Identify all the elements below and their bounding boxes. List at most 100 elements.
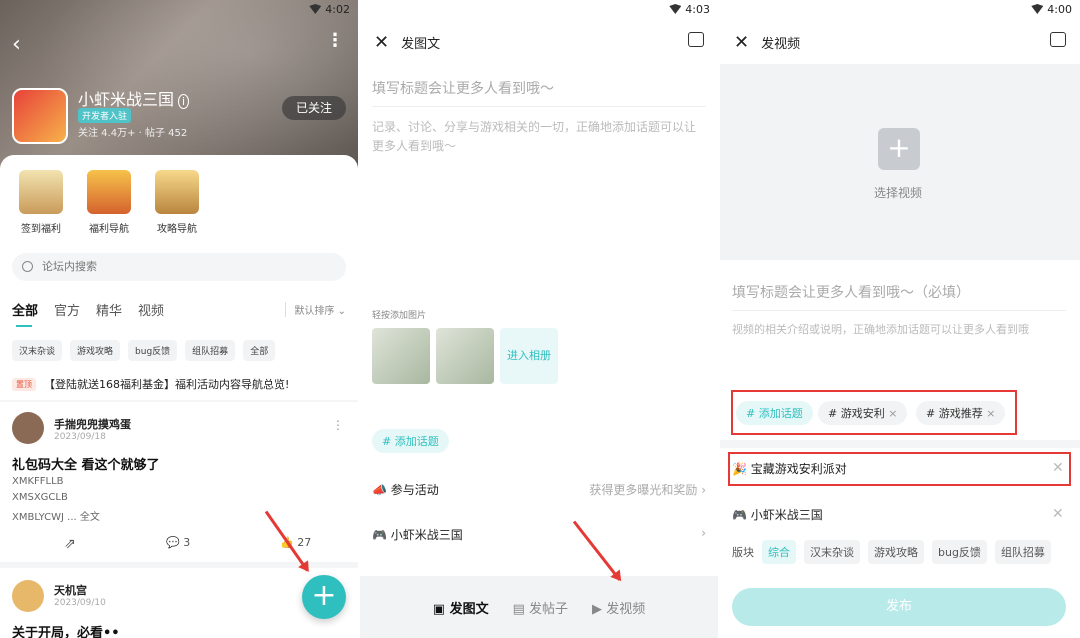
gift-bag-icon (87, 170, 131, 214)
drafts-icon[interactable] (1050, 32, 1066, 47)
tab-image-post[interactable]: ▣ 发图文 (433, 598, 489, 617)
tab-featured[interactable]: 精华 (96, 300, 122, 319)
section-guide[interactable]: 游戏攻略 (868, 540, 924, 564)
pinned-notice[interactable]: 置顶 【登陆就送168福利基金】福利活动内容导航总览! (12, 376, 289, 392)
open-album-button[interactable]: 进入相册 (500, 328, 558, 384)
post-title[interactable]: 关于开局，必看•• (12, 622, 120, 638)
tab-text-post[interactable]: ▤ 发帖子 (513, 598, 568, 617)
post-author[interactable]: 天机宫 (54, 582, 87, 598)
close-icon[interactable]: ✕ (734, 32, 749, 53)
pinned-tag: 置顶 (12, 377, 36, 391)
tab-video-post[interactable]: ▶ 发视频 (592, 598, 645, 617)
close-icon[interactable]: × (986, 407, 995, 420)
section-team[interactable]: 组队招募 (994, 540, 1051, 564)
forum-tabs: 全部 官方 精华 视频 (12, 300, 164, 327)
close-icon[interactable]: × (888, 407, 897, 420)
chip-han[interactable]: 汉末杂谈 (12, 340, 63, 361)
forum-screen: 4:02 ‹ ⋮ 小虾米战三国 i 开发者入驻 关注 4.4万+ · 帖子 452… (0, 0, 358, 638)
section-han[interactable]: 汉末杂谈 (804, 540, 860, 564)
description-input[interactable]: 记录、讨论、分享与游戏相关的一切，正确地添加话题可以让更多人看到哦〜 (372, 118, 706, 156)
remove-activity-icon[interactable]: ✕ (1052, 460, 1064, 476)
category-chips: 汉末杂谈 游戏攻略 bug反馈 组队招募 全部 (12, 340, 276, 361)
drafts-icon[interactable] (688, 32, 704, 47)
activity-row[interactable]: 🎉 宝藏游戏安利派对 (732, 460, 847, 477)
post-card[interactable]: 手揣兜兜摸鸡蛋 2023/09/18 ⋮ 礼包码大全 看这个就够了 XMKFFL… (0, 402, 358, 562)
more-icon[interactable]: ⋮ (326, 30, 344, 51)
activity-hint: 获得更多曝光和奖励 › (589, 483, 706, 497)
page-title: 发视频 (761, 37, 801, 52)
notice-text: 【登陆就送168福利基金】福利活动内容导航总览! (44, 378, 290, 391)
info-icon[interactable]: i (178, 94, 190, 109)
chip-guide[interactable]: 游戏攻略 (70, 340, 121, 361)
megaphone-icon: 📣 (372, 483, 387, 497)
post-line: XMSXGCLB (12, 492, 68, 503)
chevron-right-icon: › (701, 526, 706, 540)
nav-signin[interactable]: 签到福利 (16, 170, 66, 235)
image-thumbnail[interactable] (372, 328, 430, 384)
remove-game-icon[interactable]: ✕ (1052, 506, 1064, 522)
game-name: 小虾米战三国 (78, 90, 175, 109)
nav-label: 签到福利 (21, 224, 61, 235)
nav-label: 福利导航 (89, 224, 129, 235)
comment-button[interactable]: 💬 3 (166, 536, 190, 549)
status-bar: 4:03 (669, 0, 710, 18)
section-divider (720, 440, 1080, 448)
nav-welfare[interactable]: 福利导航 (84, 170, 134, 235)
tab-all[interactable]: 全部 (12, 300, 38, 327)
developer-badge: 开发者入驻 (78, 108, 132, 123)
divider (372, 106, 706, 107)
post-more-icon[interactable]: ⋮ (332, 418, 344, 432)
like-count: 27 (297, 536, 312, 549)
add-video-icon[interactable]: + (878, 128, 920, 170)
search-icon (22, 261, 33, 272)
game-row[interactable]: 🎮 小虾米战三国 › (372, 526, 706, 543)
close-icon[interactable]: ✕ (374, 32, 389, 53)
create-post-button[interactable]: + (302, 575, 346, 619)
chip-team[interactable]: 组队招募 (185, 340, 236, 361)
share-icon[interactable]: ⇗ (64, 536, 76, 552)
title-input[interactable]: 填写标题会让更多人看到哦〜 (372, 78, 554, 98)
nav-guide[interactable]: 攻略导航 (152, 170, 202, 235)
select-video-label: 选择视频 (874, 186, 923, 200)
tab-label: 发图文 (449, 601, 489, 617)
quick-add-label: 轻按添加图片 (372, 311, 427, 321)
add-topic-button[interactable]: # 添加话题 (372, 429, 449, 453)
image-thumbnail[interactable] (436, 328, 494, 384)
scroll-icon (19, 170, 63, 214)
search-input[interactable]: 论坛内搜索 (12, 253, 346, 281)
post-line: XMBLYCWJ ... 全文 (12, 512, 100, 523)
back-icon[interactable]: ‹ (12, 32, 21, 57)
video-description-input[interactable]: 视频的相关介绍或说明，正确地添加话题可以让更多人看到哦 (732, 320, 1029, 339)
post-author[interactable]: 手揣兜兜摸鸡蛋 (54, 416, 131, 432)
search-placeholder: 论坛内搜索 (42, 260, 97, 273)
post-date: 2023/09/10 (54, 598, 106, 608)
follow-button[interactable]: 已关注 (282, 96, 346, 120)
tab-video[interactable]: 视频 (138, 300, 164, 319)
post-line: XMKFFLLB (12, 476, 64, 487)
video-title-input[interactable]: 填写标题会让更多人看到哦〜（必填） (732, 282, 970, 302)
game-title: 小虾米战三国 i (78, 86, 190, 110)
chip-bug[interactable]: bug反馈 (128, 340, 178, 361)
avatar[interactable] (12, 580, 44, 612)
sort-dropdown[interactable]: 默认排序 ⌄ (285, 302, 346, 317)
tab-official[interactable]: 官方 (54, 300, 80, 319)
game-icon (12, 88, 68, 144)
topic-label: # 游戏安利 (828, 407, 885, 420)
section-bug[interactable]: bug反馈 (932, 540, 987, 564)
sort-label: 默认排序 (294, 306, 335, 317)
topic-tag[interactable]: # 游戏安利 × (818, 401, 908, 425)
page-title: 发图文 (401, 37, 441, 52)
wifi-icon (669, 4, 682, 14)
post-title[interactable]: 礼包码大全 看这个就够了 (12, 454, 160, 473)
activity-row[interactable]: 📣 参与活动 获得更多曝光和奖励 › (372, 481, 706, 498)
avatar[interactable] (12, 412, 44, 444)
add-topic-button[interactable]: # 添加话题 (736, 401, 813, 425)
section-general[interactable]: 综合 (762, 540, 796, 564)
topic-tag[interactable]: # 游戏推荐 × (916, 401, 1006, 425)
publish-button[interactable]: 发布 (732, 588, 1066, 626)
chip-all[interactable]: 全部 (243, 340, 276, 361)
wifi-icon (1031, 4, 1044, 14)
game-row[interactable]: 🎮 小虾米战三国 (732, 506, 823, 523)
game-name: 小虾米战三国 (750, 508, 823, 522)
game-icon: 🎮 (372, 528, 387, 542)
